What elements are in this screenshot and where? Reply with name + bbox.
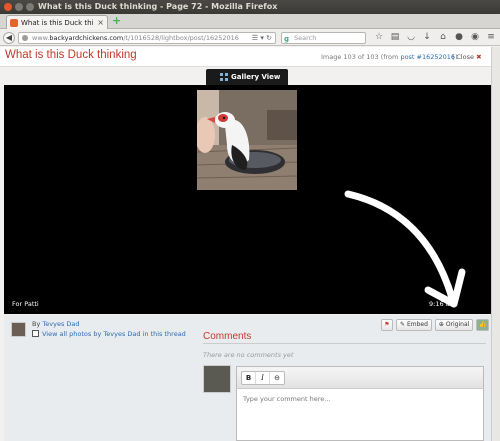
format-buttons: B I ⊖ (241, 371, 285, 385)
download-icon[interactable]: ↓ (422, 32, 432, 43)
url-prefix: www. (32, 34, 50, 42)
editor-toolbar: B I ⊖ (237, 367, 483, 389)
original-label: Original (445, 321, 470, 328)
bold-button[interactable]: B (242, 372, 256, 384)
action-buttons: ⚑ ✎ Embed ⊕ Original 👍 (381, 319, 490, 331)
window-close-button[interactable] (4, 3, 12, 11)
toolbar-icons: ☆ ▤ ◡ ↓ ⌂ ● ◉ ≡ (374, 32, 496, 43)
commenter-avatar (203, 365, 231, 393)
site-info-icon[interactable] (22, 35, 28, 41)
gallery-view-label: Gallery View (231, 73, 281, 81)
image-count-prefix: Image 103 of 103 (from (321, 53, 401, 61)
post-link[interactable]: post #16252016 (400, 53, 455, 61)
no-comments-message: There are no comments yet (203, 351, 294, 359)
comments-divider (203, 343, 486, 344)
window-title: What is this Duck thinking - Page 72 - M… (38, 2, 278, 11)
grid-icon (220, 73, 228, 81)
window-minimize-button[interactable] (15, 3, 23, 11)
menu-icon[interactable]: ≡ (486, 32, 496, 43)
page-title: What is this Duck thinking (5, 49, 137, 61)
url-host: backyardchickens.com (49, 34, 124, 42)
comments-heading: Comments (203, 331, 252, 342)
report-flag-button[interactable]: ⚑ (381, 319, 393, 331)
author-avatar[interactable] (11, 322, 26, 337)
embed-button[interactable]: ✎ Embed (396, 319, 432, 331)
sync-icon[interactable]: ◉ (470, 32, 480, 43)
close-icon: ✖ (476, 53, 482, 61)
original-button[interactable]: ⊕ Original (434, 319, 474, 331)
view-all-label: View all photos by Tevyes Dad in this th… (42, 330, 186, 338)
by-label: By (32, 320, 41, 328)
chat-icon[interactable]: ● (454, 32, 464, 43)
duck-photo[interactable] (197, 90, 297, 190)
window-maximize-button[interactable] (26, 3, 34, 11)
url-path: /t/1016528/lightbox/post/16252016 (123, 34, 239, 42)
link-button[interactable]: ⊖ (270, 372, 284, 384)
embed-label: Embed (406, 321, 428, 328)
author-line: By Tevyes Dad (32, 320, 80, 328)
title-bar: What is this Duck thinking - Page 72 - M… (0, 0, 500, 14)
search-input[interactable]: g Search (281, 32, 366, 44)
comment-input[interactable]: Type your comment here... (237, 389, 483, 409)
photo-caption: For Patti (12, 300, 39, 308)
tab-label: What is this Duck thi... (21, 18, 95, 27)
view-all-photos-link[interactable]: View all photos by Tevyes Dad in this th… (32, 330, 186, 338)
pocket-icon[interactable]: ◡ (406, 32, 416, 43)
image-count: Image 103 of 103 (from post #16252016) (321, 53, 458, 61)
white-arrow-annotation (344, 190, 466, 308)
reading-list-icon[interactable]: ▤ (390, 32, 400, 43)
url-dropdown-icon[interactable]: ☰ ▾ ↻ (252, 33, 272, 43)
navigation-bar: ◀ www.backyardchickens.com/t/1016528/lig… (0, 30, 500, 46)
browser-tab[interactable]: What is this Duck thi... × (6, 15, 108, 29)
browser-window: What is this Duck thinking - Page 72 - M… (0, 0, 500, 441)
search-engine-icon[interactable]: g (284, 34, 289, 44)
author-link[interactable]: Tevyes Dad (42, 320, 79, 328)
thumbs-up-button[interactable]: 👍 (476, 319, 490, 331)
home-icon[interactable]: ⌂ (438, 32, 448, 43)
page-scrollbar[interactable] (491, 47, 500, 441)
bookmark-star-icon[interactable]: ☆ (374, 32, 384, 43)
photos-icon (32, 330, 39, 337)
back-button[interactable]: ◀ (3, 32, 15, 44)
gallery-view-button[interactable]: Gallery View (206, 69, 288, 85)
search-placeholder: Search (294, 34, 317, 42)
close-button[interactable]: | Close ✖ (452, 53, 482, 61)
tab-close-icon[interactable]: × (97, 18, 104, 27)
site-favicon-icon (10, 18, 18, 27)
tab-bar: What is this Duck thi... × + (0, 14, 500, 29)
comment-editor[interactable]: B I ⊖ Type your comment here... (236, 366, 484, 441)
italic-button[interactable]: I (256, 372, 270, 384)
close-label: Close (456, 53, 474, 61)
lightbox-header: What is this Duck thinking Image 103 of … (0, 47, 500, 67)
window-controls (4, 3, 34, 11)
new-tab-button[interactable]: + (112, 15, 121, 27)
url-bar[interactable]: www.backyardchickens.com/t/1016528/light… (18, 32, 276, 44)
